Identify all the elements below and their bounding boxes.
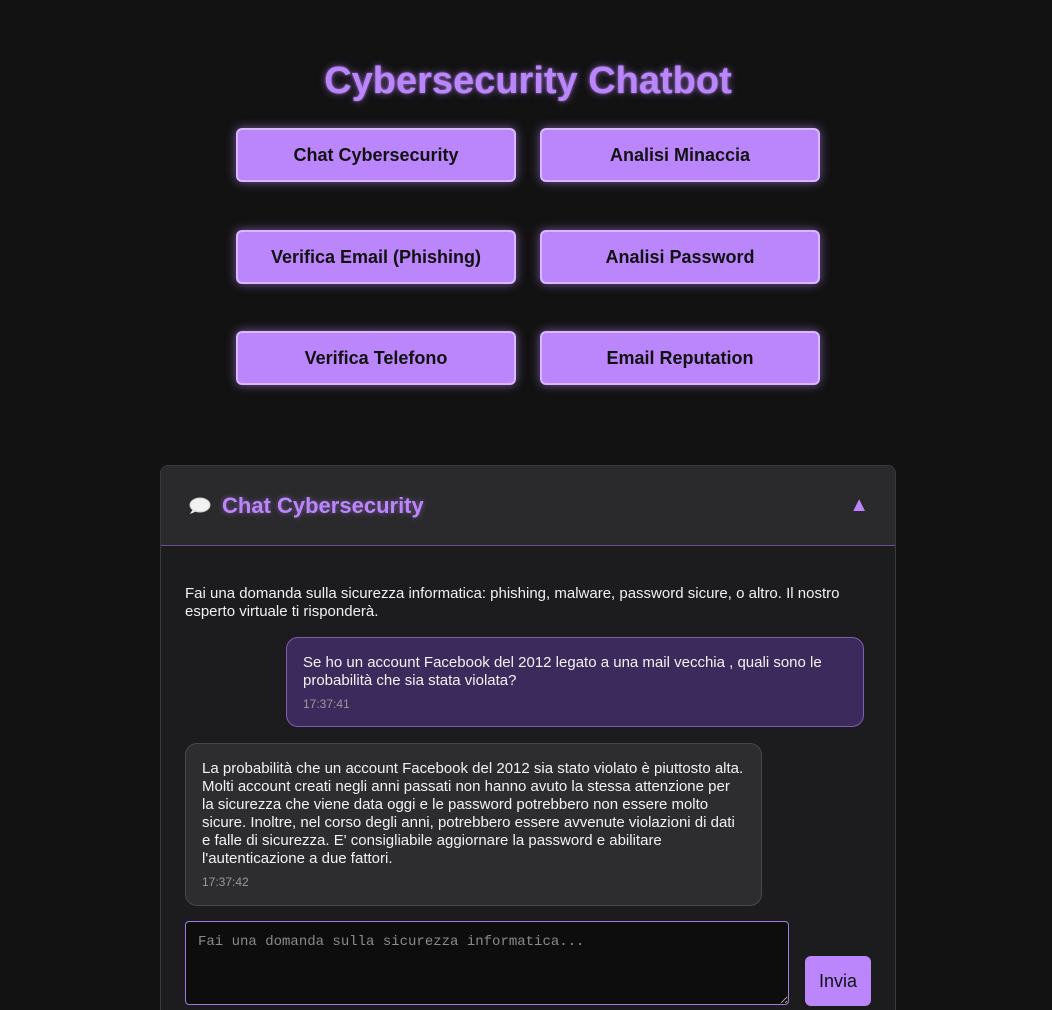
chat-panel: Chat Cybersecurity ▲ Fai una domanda sul… (160, 465, 896, 1010)
question-input[interactable] (185, 921, 789, 1005)
send-button[interactable]: Invia (805, 956, 871, 1006)
chat-panel-title: Chat Cybersecurity (222, 493, 424, 518)
password-analysis-button[interactable]: Analisi Password (540, 230, 820, 284)
page-title: Cybersecurity Chatbot (324, 60, 732, 102)
bot-message: La probabilità che un account Facebook d… (185, 743, 762, 906)
threat-analysis-button[interactable]: Analisi Minaccia (540, 128, 820, 182)
user-message: Se ho un account Facebook del 2012 legat… (286, 637, 864, 727)
message-text: Se ho un account Facebook del 2012 legat… (303, 654, 822, 689)
chat-intro-text: Fai una domanda sulla sicurezza informat… (185, 585, 840, 620)
collapse-toggle-icon[interactable]: ▲ (849, 494, 869, 516)
message-timestamp: 17:37:42 (202, 875, 249, 889)
chat-cybersecurity-button[interactable]: Chat Cybersecurity (236, 128, 516, 182)
message-text: La probabilità che un account Facebook d… (202, 760, 744, 867)
speech-bubble-icon (187, 496, 211, 516)
page: Cybersecurity Chatbot Chat Cybersecurity… (0, 0, 1052, 1010)
chat-panel-header[interactable]: Chat Cybersecurity ▲ (161, 466, 895, 546)
email-reputation-button[interactable]: Email Reputation (540, 331, 820, 385)
phishing-email-check-button[interactable]: Verifica Email (Phishing) (236, 230, 516, 284)
phone-check-button[interactable]: Verifica Telefono (236, 331, 516, 385)
message-timestamp: 17:37:41 (303, 697, 350, 711)
